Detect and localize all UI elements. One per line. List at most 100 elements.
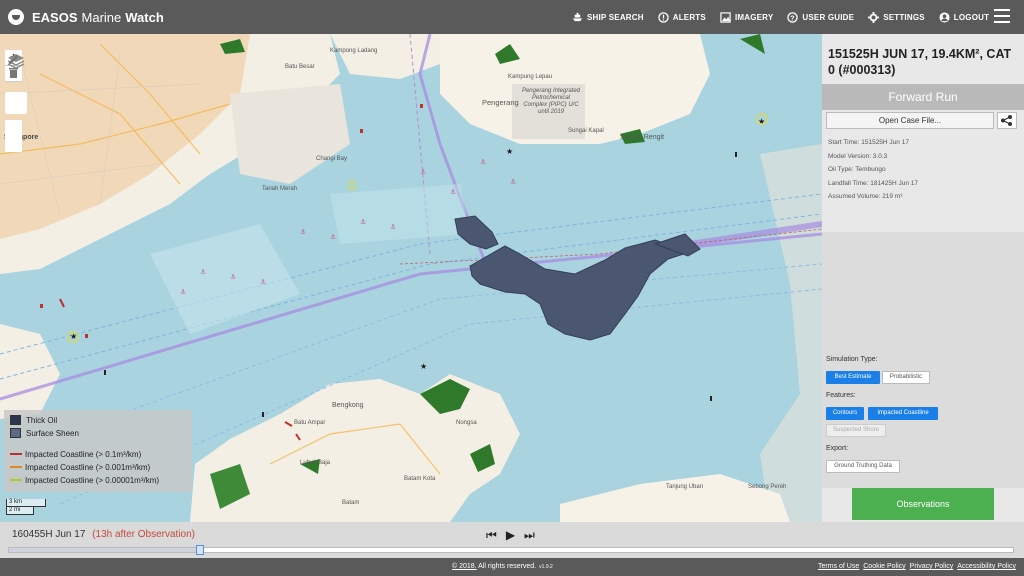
- legend-item: Surface Sheen: [10, 427, 186, 439]
- draw-tools: [5, 55, 22, 152]
- map-label: Batu Besar: [285, 64, 315, 70]
- timeline-progress: [9, 548, 200, 552]
- gear-icon: [868, 11, 880, 23]
- export-label: Export:: [826, 445, 849, 452]
- skip-forward-icon[interactable]: ⏭: [524, 528, 535, 543]
- svg-text:⚓: ⚓: [420, 168, 426, 176]
- pencil-icon[interactable]: [9, 55, 18, 64]
- legend-item: Impacted Coastline (> 0.001m³/km): [10, 461, 186, 473]
- rights-text: All rights reserved.: [476, 563, 537, 570]
- map-view[interactable]: ⚓⚓⚓⚓ ⚓⚓⚓⚓ ⚓⚓⚓⚓ ★★★★ Singapore Changi Bay…: [0, 34, 822, 522]
- terms-link[interactable]: Terms of Use: [818, 563, 859, 570]
- svg-text:★: ★: [420, 362, 427, 371]
- features-label: Features:: [826, 392, 856, 399]
- legend-label: Impacted Coastline (> 0.1m³/km): [25, 449, 142, 459]
- open-case-file-button[interactable]: Open Case File...: [826, 112, 994, 129]
- map-label: Kampong Ladang: [330, 48, 378, 54]
- hamburger-menu-icon[interactable]: [994, 9, 1010, 23]
- legend-item: Impacted Coastline (> 0.1m³/km): [10, 448, 186, 460]
- cookie-link[interactable]: Cookie Policy: [863, 563, 905, 570]
- assumed-volume: Assumed Volume: 219 m³: [828, 193, 903, 200]
- model-version: Model Version: 3.0.3: [828, 152, 888, 160]
- map-label: Changi Bay: [316, 156, 348, 162]
- simulation-type-label: Simulation Type:: [826, 356, 878, 363]
- scale-km: 3 km: [6, 499, 46, 507]
- start-time: Start Time: 151525H Jun 17: [828, 139, 909, 146]
- legend-label: Impacted Coastline (> 0.00001m³/km): [25, 475, 160, 485]
- svg-text:⚓: ⚓: [330, 233, 336, 241]
- nav-user-guide[interactable]: ? USER GUIDE: [787, 11, 855, 23]
- map-legend: Thick Oil Surface Sheen Impacted Coastli…: [4, 410, 192, 492]
- legend-label: Thick Oil: [26, 415, 58, 425]
- trash-icon[interactable]: [9, 68, 18, 78]
- legend-line: [10, 453, 22, 455]
- timeline-slider[interactable]: [8, 545, 1014, 555]
- land-changi-airport: [230, 84, 350, 184]
- playback-controls: ⏮ ▶ ⏭: [486, 528, 535, 543]
- svg-text:⚓: ⚓: [390, 223, 396, 231]
- nav-label: ALERTS: [672, 12, 706, 22]
- share-icon: [1001, 115, 1012, 126]
- nav-logout[interactable]: LOGOUT: [939, 11, 989, 23]
- nav-label: USER GUIDE: [802, 12, 855, 22]
- legend-item: Impacted Coastline (> 0.00001m³/km): [10, 474, 186, 486]
- nav-imagery[interactable]: IMAGERY: [720, 11, 773, 23]
- map-label: Tanjung Uban: [666, 484, 704, 490]
- relative-time: (13h after Observation): [92, 529, 196, 540]
- case-info: Start Time: 151525H Jun 17 Model Version…: [828, 136, 918, 204]
- map-label: Batam Kota: [404, 476, 436, 482]
- oil-type: Oil Type: Tembungo: [828, 166, 886, 173]
- legend-label: Surface Sheen: [26, 428, 79, 438]
- suspected-shore-toggle[interactable]: Suspected Shore: [826, 424, 886, 437]
- case-panel: 151525H JUN 17, 19.4KM², CAT 0 (#000313)…: [822, 34, 1024, 522]
- version: v1.9.2: [539, 564, 553, 570]
- current-time: 160455H Jun 17 (13h after Observation): [12, 529, 195, 540]
- probabilistic-button[interactable]: Probabilistic: [882, 371, 930, 384]
- nav-ship-search[interactable]: SHIP SEARCH: [572, 12, 644, 23]
- map-label: Nongsa: [456, 420, 477, 426]
- nav-settings[interactable]: SETTINGS: [868, 11, 925, 23]
- timeline-handle[interactable]: [195, 545, 204, 555]
- map-label: Sungai Kapal: [568, 128, 604, 134]
- map-label: Sebong Pereh: [748, 484, 787, 490]
- svg-text:⚓: ⚓: [260, 278, 266, 286]
- share-button[interactable]: [997, 112, 1017, 129]
- app-brand[interactable]: EASOS Marine Watch: [8, 9, 164, 25]
- observations-button[interactable]: Observations: [852, 488, 994, 520]
- map-label: Tanah Merah: [262, 186, 298, 192]
- svg-text:★: ★: [758, 117, 765, 126]
- map-label: Sungai Rengit: [620, 134, 664, 141]
- legend-swatch: [10, 415, 21, 425]
- app-name-mid: Marine: [81, 9, 122, 25]
- svg-text:⚓: ⚓: [480, 158, 486, 166]
- nav-alerts[interactable]: ALERTS: [658, 11, 706, 23]
- layers-icon[interactable]: [5, 54, 27, 114]
- ground-truthing-export-button[interactable]: Ground Truthing Data: [826, 460, 900, 473]
- footer-links: Terms of Use Cookie Policy Privacy Polic…: [818, 563, 1016, 570]
- svg-text:?: ?: [791, 13, 796, 22]
- contours-toggle[interactable]: Contours: [826, 407, 864, 420]
- map-label: Batu Ampar: [294, 420, 326, 426]
- footer: © 2018. All rights reserved. v1.9.2 Terms…: [0, 558, 1024, 576]
- privacy-link[interactable]: Privacy Policy: [910, 563, 954, 570]
- impacted-coastline-toggle[interactable]: Impacted Coastline: [868, 407, 938, 420]
- legend-line: [10, 466, 22, 468]
- nav-label: SETTINGS: [883, 12, 925, 22]
- run-mode-header: Forward Run: [822, 84, 1024, 110]
- accessibility-link[interactable]: Accessibility Policy: [957, 563, 1016, 570]
- map-label: Pengerang Integrated Petrochemical Compl…: [521, 88, 581, 115]
- copyright-year[interactable]: © 2018.: [452, 563, 477, 570]
- scale-mi: 2 mi: [6, 507, 34, 515]
- skip-back-icon[interactable]: ⏮: [486, 528, 497, 543]
- map-scale: 3 km 2 mi: [6, 499, 46, 515]
- legend-swatch: [10, 428, 21, 438]
- legend-label: Impacted Coastline (> 0.001m³/km): [25, 462, 151, 472]
- play-icon[interactable]: ▶: [506, 528, 515, 543]
- legend-line: [10, 479, 22, 481]
- best-estimate-button[interactable]: Best Estimate: [826, 371, 880, 384]
- legend-item: Thick Oil: [10, 414, 186, 426]
- map-label: Batam: [342, 500, 360, 506]
- top-bar: EASOS Marine Watch SHIP SEARCH ALERTS IM…: [0, 0, 1024, 34]
- map-label: Lubuk Baja: [300, 460, 331, 466]
- help-icon: ?: [787, 11, 799, 23]
